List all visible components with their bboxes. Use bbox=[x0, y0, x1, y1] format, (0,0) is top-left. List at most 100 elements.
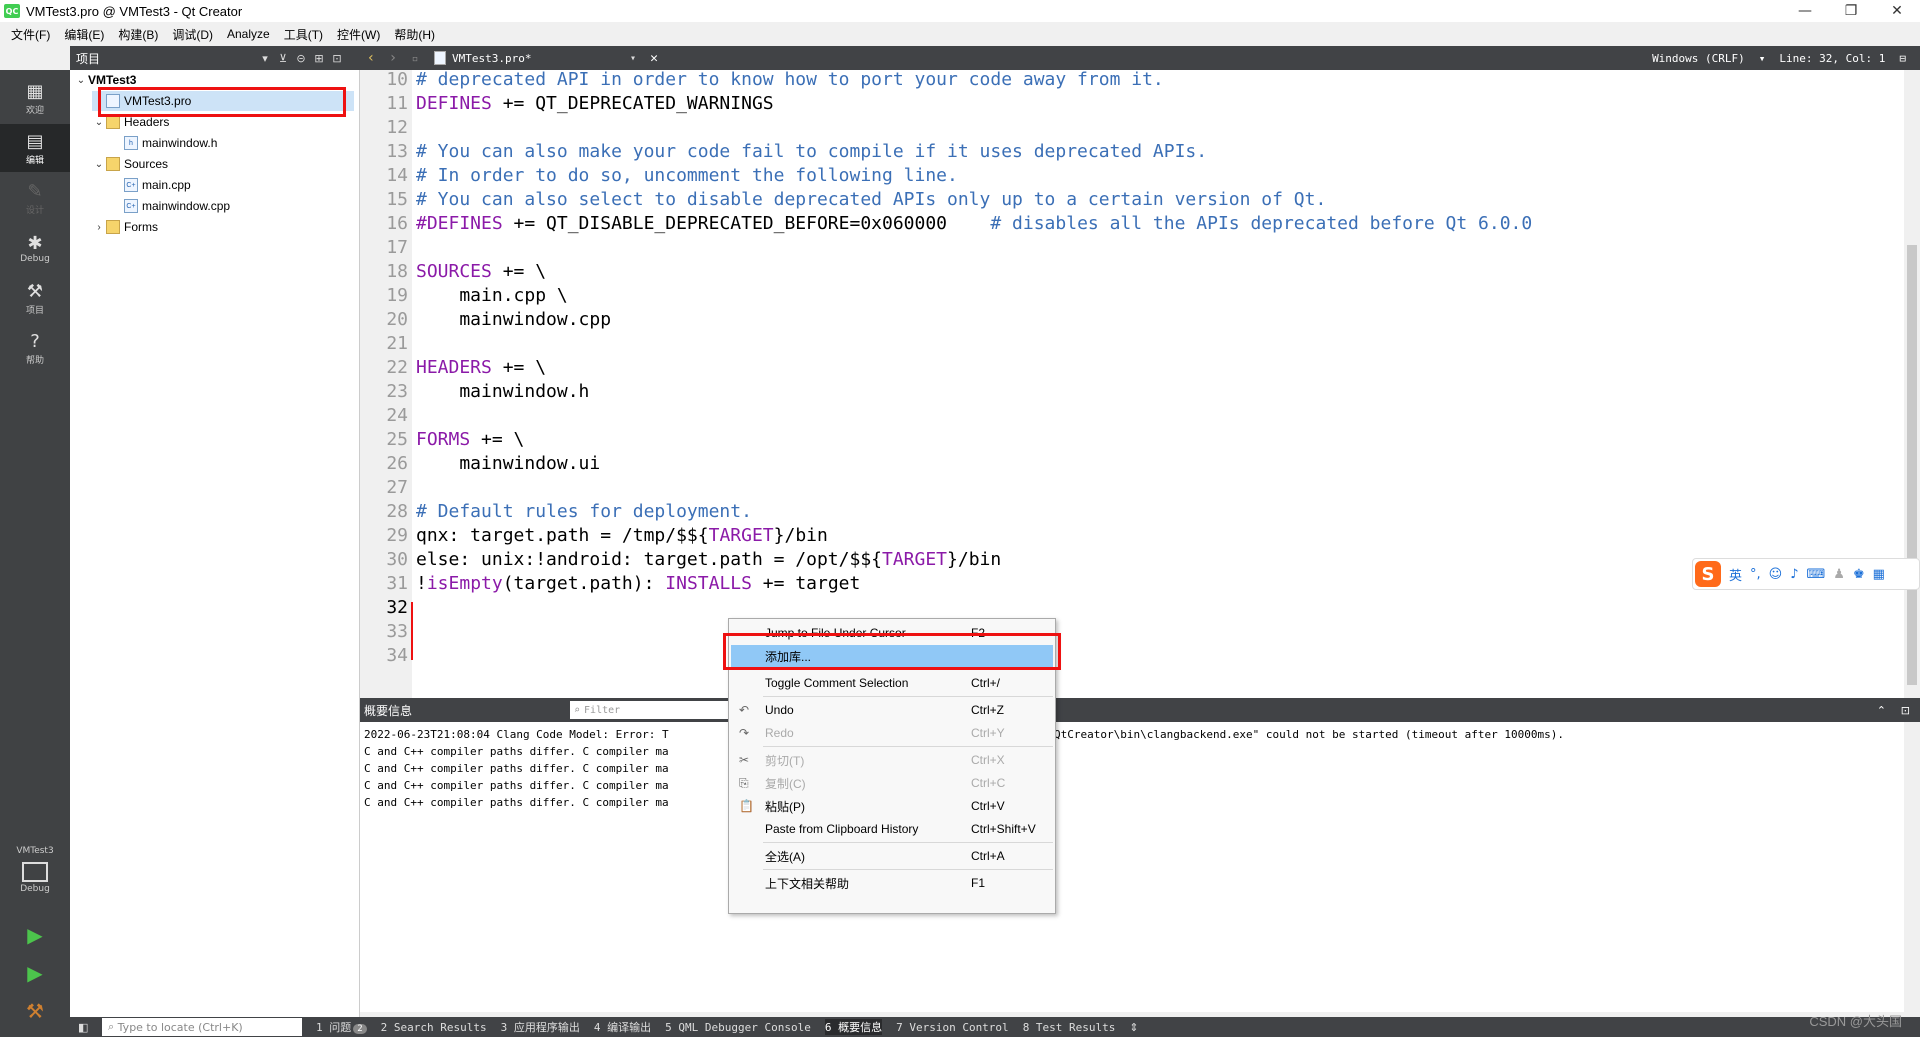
line-number: 20 bbox=[386, 309, 408, 330]
output-pane-button[interactable]: 4 编译输出 bbox=[594, 1019, 651, 1035]
user-icon[interactable]: ♟ bbox=[1833, 567, 1845, 582]
pane-toggle-arrows-icon[interactable]: ⇕ bbox=[1129, 1021, 1138, 1034]
menu-item-4[interactable]: Analyze bbox=[220, 27, 277, 41]
minimize-button[interactable]: — bbox=[1782, 0, 1828, 22]
mode-5[interactable]: ? 帮助 bbox=[0, 324, 70, 372]
context-menu-item[interactable]: 全选(A) Ctrl+A bbox=[731, 845, 1053, 867]
voice-icon[interactable]: ♪ bbox=[1790, 567, 1798, 582]
kit-selector[interactable]: VMTest3 Debug bbox=[0, 838, 70, 908]
mode-3[interactable]: ✱ Debug bbox=[0, 224, 70, 272]
punctuation-icon[interactable]: °, bbox=[1750, 567, 1761, 582]
ime-toolbar[interactable]: S 英 °, ☺ ♪ ⌨ ♟ ♚ ▦ bbox=[1692, 558, 1920, 590]
code-token: += \ bbox=[491, 357, 547, 378]
run-button[interactable]: ▶ bbox=[22, 922, 48, 948]
locator-input[interactable]: ⌕ Type to locate (Ctrl+K) bbox=[102, 1018, 302, 1036]
close-window-button[interactable]: ✕ bbox=[1874, 0, 1920, 22]
expand-arrow-icon[interactable]: ⌄ bbox=[74, 75, 88, 86]
dropdown-icon[interactable]: ▾ bbox=[256, 52, 274, 65]
code-line: 28 # Default rules for deployment. bbox=[360, 500, 1904, 524]
menu-item-2[interactable]: 构建(B) bbox=[111, 26, 165, 43]
context-menu-item[interactable]: ↶ Undo Ctrl+Z bbox=[731, 699, 1053, 721]
link-icon[interactable]: ⊝ bbox=[292, 52, 310, 65]
forward-arrow-icon[interactable]: › bbox=[382, 50, 404, 66]
code-text: #DEFINES += QT_DISABLE_DEPRECATED_BEFORE… bbox=[416, 212, 1532, 236]
output-filter-input[interactable]: ⌕ Filter bbox=[570, 701, 730, 719]
output-pane-button[interactable]: 6 概要信息 bbox=[824, 1019, 883, 1035]
context-menu-item[interactable]: ↷ Redo Ctrl+Y bbox=[731, 722, 1053, 744]
tree-item[interactable]: C+ main.cpp bbox=[110, 175, 354, 195]
build-hammer-icon[interactable]: ⚒ bbox=[22, 998, 48, 1024]
code-token: # deprecated API in order to know how to… bbox=[416, 70, 1164, 90]
menu-item-5[interactable]: 工具(T) bbox=[277, 26, 330, 43]
scrollbar-thumb[interactable] bbox=[1907, 245, 1917, 685]
menu-item-6[interactable]: 控件(W) bbox=[330, 26, 387, 43]
file-icon: C+ bbox=[124, 178, 138, 192]
file-icon: h bbox=[124, 136, 138, 150]
line-ending-selector[interactable]: Windows (CRLF) bbox=[1652, 52, 1745, 65]
split-editor-icon[interactable]: ⊟ bbox=[1899, 52, 1906, 65]
document-dropdown-icon[interactable]: ▾ bbox=[622, 53, 644, 64]
keyboard-icon[interactable]: ⌨ bbox=[1807, 567, 1826, 582]
tree-item-label: mainwindow.cpp bbox=[142, 199, 231, 213]
skin-icon[interactable]: ♚ bbox=[1853, 567, 1865, 582]
code-token: SOURCES bbox=[416, 261, 492, 282]
mode-0[interactable]: ▦ 欢迎 bbox=[0, 74, 70, 122]
output-pane-button[interactable]: 5 QML Debugger Console bbox=[665, 1021, 811, 1034]
code-text: !isEmpty(target.path): INSTALLS += targe… bbox=[416, 572, 860, 596]
output-pane-button-label: 5 QML Debugger Console bbox=[665, 1020, 811, 1034]
expand-arrow-icon[interactable]: ⌄ bbox=[92, 159, 106, 170]
output-pane-button[interactable]: 2 Search Results bbox=[381, 1021, 487, 1034]
context-menu-item[interactable]: Toggle Comment Selection Ctrl+/ bbox=[731, 672, 1053, 694]
toolbox-icon[interactable]: ▦ bbox=[1873, 567, 1885, 582]
cursor-position[interactable]: Line: 32, Col: 1 bbox=[1779, 52, 1885, 65]
filter-icon[interactable]: ⊻ bbox=[274, 52, 292, 65]
output-pane-button[interactable]: 7 Version Control bbox=[896, 1021, 1009, 1034]
editor-scrollbar[interactable] bbox=[1904, 70, 1920, 698]
ime-lang-toggle[interactable]: 英 bbox=[1729, 565, 1742, 584]
output-pane-header: 概要信息 ⌕ Filter ⌃ ⊡ bbox=[360, 698, 1920, 722]
context-menu-item[interactable]: ✂ 剪切(T) Ctrl+X bbox=[731, 749, 1053, 771]
mode-4[interactable]: ⚒ 项目 bbox=[0, 274, 70, 322]
mode-1[interactable]: ▤ 编辑 bbox=[0, 124, 70, 172]
output-pane-button[interactable]: 1 问题 2 bbox=[316, 1019, 367, 1035]
toggle-sidebar-icon[interactable]: ◧ bbox=[78, 1021, 88, 1034]
tree-item[interactable]: › Forms bbox=[92, 217, 354, 237]
menu-item-0[interactable]: 文件(F) bbox=[4, 26, 57, 43]
menu-item-1[interactable]: 编辑(E) bbox=[57, 26, 111, 43]
code-line: 10 # deprecated API in order to know how … bbox=[360, 70, 1904, 92]
close-pane-icon[interactable]: ⊡ bbox=[328, 52, 346, 65]
emoji-icon[interactable]: ☺ bbox=[1769, 567, 1783, 582]
context-menu-item[interactable]: 📋 粘贴(P) Ctrl+V bbox=[731, 795, 1053, 817]
expand-arrow-icon[interactable]: ⌄ bbox=[92, 117, 106, 128]
tree-item[interactable]: ⌄ Sources bbox=[92, 154, 354, 174]
editor-toolbar: ‹ › ▫ VMTest3.pro* ▾ ✕ Windows (CRLF) ▾ … bbox=[360, 46, 1920, 70]
context-menu-item[interactable]: ⎘ 复制(C) Ctrl+C bbox=[731, 772, 1053, 794]
code-token: main.cpp \ bbox=[416, 285, 568, 306]
tree-item[interactable]: h mainwindow.h bbox=[110, 133, 354, 153]
debug-run-button[interactable]: ▶ bbox=[22, 960, 48, 986]
back-arrow-icon[interactable]: ‹ bbox=[360, 50, 382, 66]
output-pane-button[interactable]: 8 Test Results bbox=[1023, 1021, 1116, 1034]
project-view-selector[interactable]: 项目 bbox=[76, 50, 256, 67]
close-document-icon[interactable]: ✕ bbox=[644, 51, 664, 66]
menu-item-7[interactable]: 帮助(H) bbox=[387, 26, 442, 43]
line-number: 28 bbox=[386, 501, 408, 522]
maximize-pane-icon[interactable]: ⌃ bbox=[1877, 704, 1886, 717]
collapse-arrow-icon[interactable]: › bbox=[92, 222, 106, 233]
context-menu-item[interactable]: 上下文相关帮助 F1 bbox=[731, 872, 1053, 894]
line-ending-dropdown-icon[interactable]: ▾ bbox=[1759, 52, 1766, 65]
mode-2[interactable]: ✎ 设计 bbox=[0, 174, 70, 222]
line-number: 34 bbox=[386, 645, 408, 666]
maximize-button[interactable]: ❐ bbox=[1828, 0, 1874, 22]
output-pane-button[interactable]: 3 应用程序输出 bbox=[501, 1019, 580, 1035]
open-document-selector[interactable]: VMTest3.pro* bbox=[452, 52, 622, 65]
split-icon[interactable]: ⊞ bbox=[310, 52, 328, 65]
code-editor[interactable]: 10 # deprecated API in order to know how … bbox=[360, 70, 1904, 698]
code-token: }/bin bbox=[773, 525, 828, 546]
close-output-pane-icon[interactable]: ⊡ bbox=[1901, 704, 1910, 717]
output-log[interactable]: 2022-06-23T21:08:04 Clang Code Model: Er… bbox=[360, 722, 1904, 1012]
tree-item[interactable]: C+ mainwindow.cpp bbox=[110, 196, 354, 216]
context-menu-item[interactable]: Paste from Clipboard History Ctrl+Shift+V bbox=[731, 818, 1053, 840]
menu-item-3[interactable]: 调试(D) bbox=[165, 26, 220, 43]
code-token: += target bbox=[751, 573, 861, 594]
